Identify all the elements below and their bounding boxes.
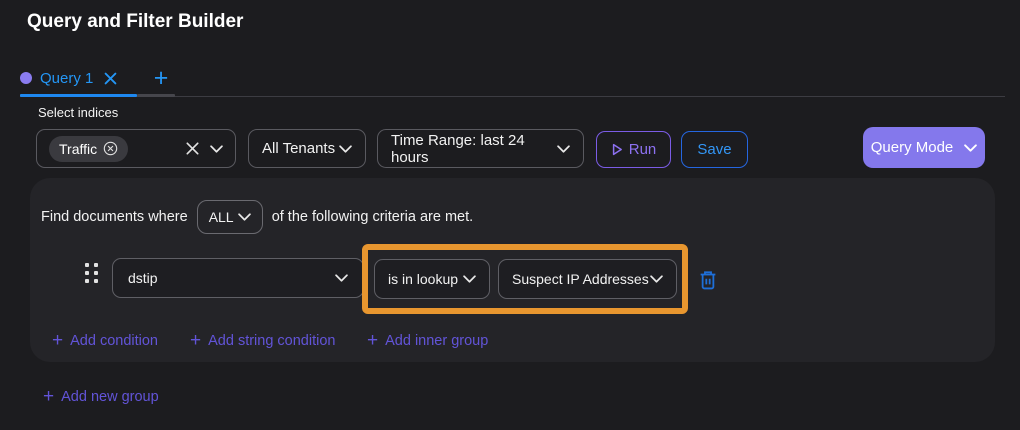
- add-inner-group-link[interactable]: + Add inner group: [367, 332, 488, 350]
- group-suffix-text: of the following criteria are met.: [272, 209, 473, 225]
- run-label: Run: [629, 141, 657, 158]
- chevron-down-icon: [210, 145, 223, 153]
- query-mode-button[interactable]: Query Mode: [863, 127, 985, 168]
- chevron-down-icon: [964, 144, 977, 152]
- match-operator-select[interactable]: ALL: [197, 200, 263, 234]
- plus-icon: +: [154, 66, 169, 91]
- add-tab-button[interactable]: +: [146, 62, 176, 94]
- select-indices-label: Select indices: [38, 105, 118, 120]
- chevron-down-icon: [339, 145, 352, 153]
- match-operator-value: ALL: [209, 209, 234, 225]
- add-tab-underline: [137, 94, 175, 97]
- chevron-down-icon: [238, 213, 251, 221]
- condition-value-select[interactable]: Suspect IP Addresses: [498, 259, 677, 299]
- plus-icon: +: [43, 387, 54, 406]
- index-chip-traffic: Traffic: [49, 136, 128, 162]
- condition-field-select[interactable]: dstip: [112, 258, 364, 298]
- time-range-value: Time Range: last 24 hours: [391, 132, 557, 166]
- page-title: Query and Filter Builder: [27, 11, 243, 33]
- group-prefix-text: Find documents where: [41, 209, 188, 225]
- condition-operator-value: is in lookup: [388, 271, 458, 287]
- condition-operator-select[interactable]: is in lookup: [374, 259, 490, 299]
- tab-status-dot-icon: [20, 72, 32, 84]
- tab-label: Query 1: [40, 70, 93, 87]
- add-inner-group-label: Add inner group: [385, 333, 488, 349]
- trash-icon: [699, 270, 717, 295]
- add-string-condition-link[interactable]: + Add string condition: [190, 332, 335, 350]
- time-range-select[interactable]: Time Range: last 24 hours: [377, 129, 584, 168]
- add-condition-link[interactable]: + Add condition: [52, 332, 158, 350]
- query-filter-builder-screen: Query and Filter Builder Query 1 + Selec…: [0, 0, 1020, 430]
- tenants-value: All Tenants: [262, 140, 335, 157]
- chevron-down-icon: [557, 145, 570, 153]
- add-new-group-label: Add new group: [61, 389, 159, 405]
- add-string-condition-label: Add string condition: [208, 333, 335, 349]
- plus-icon: +: [190, 331, 201, 350]
- condition-field-value: dstip: [128, 270, 158, 286]
- save-button[interactable]: Save: [681, 131, 748, 168]
- tab-close-icon[interactable]: [104, 72, 117, 85]
- clear-selection-icon[interactable]: [186, 142, 199, 155]
- chip-remove-icon[interactable]: [103, 141, 118, 156]
- drag-handle[interactable]: [85, 263, 98, 283]
- tab-query-1[interactable]: Query 1: [20, 61, 117, 95]
- group-header: Find documents where ALL of the followin…: [41, 199, 473, 235]
- play-icon: [611, 143, 623, 156]
- plus-icon: +: [52, 331, 63, 350]
- chip-label: Traffic: [59, 141, 97, 157]
- add-new-group-link[interactable]: + Add new group: [43, 388, 159, 406]
- add-condition-label: Add condition: [70, 333, 158, 349]
- chevron-down-icon: [650, 275, 663, 283]
- save-label: Save: [697, 141, 731, 158]
- indices-select[interactable]: Traffic: [36, 129, 236, 168]
- condition-value: Suspect IP Addresses: [512, 271, 649, 287]
- tenants-select[interactable]: All Tenants: [248, 129, 366, 168]
- chevron-down-icon: [463, 275, 476, 283]
- plus-icon: +: [367, 331, 378, 350]
- chevron-down-icon: [335, 274, 348, 282]
- run-button[interactable]: Run: [596, 131, 671, 168]
- active-tab-underline: [20, 94, 137, 97]
- query-mode-label: Query Mode: [871, 139, 954, 156]
- delete-condition-button[interactable]: [699, 270, 717, 295]
